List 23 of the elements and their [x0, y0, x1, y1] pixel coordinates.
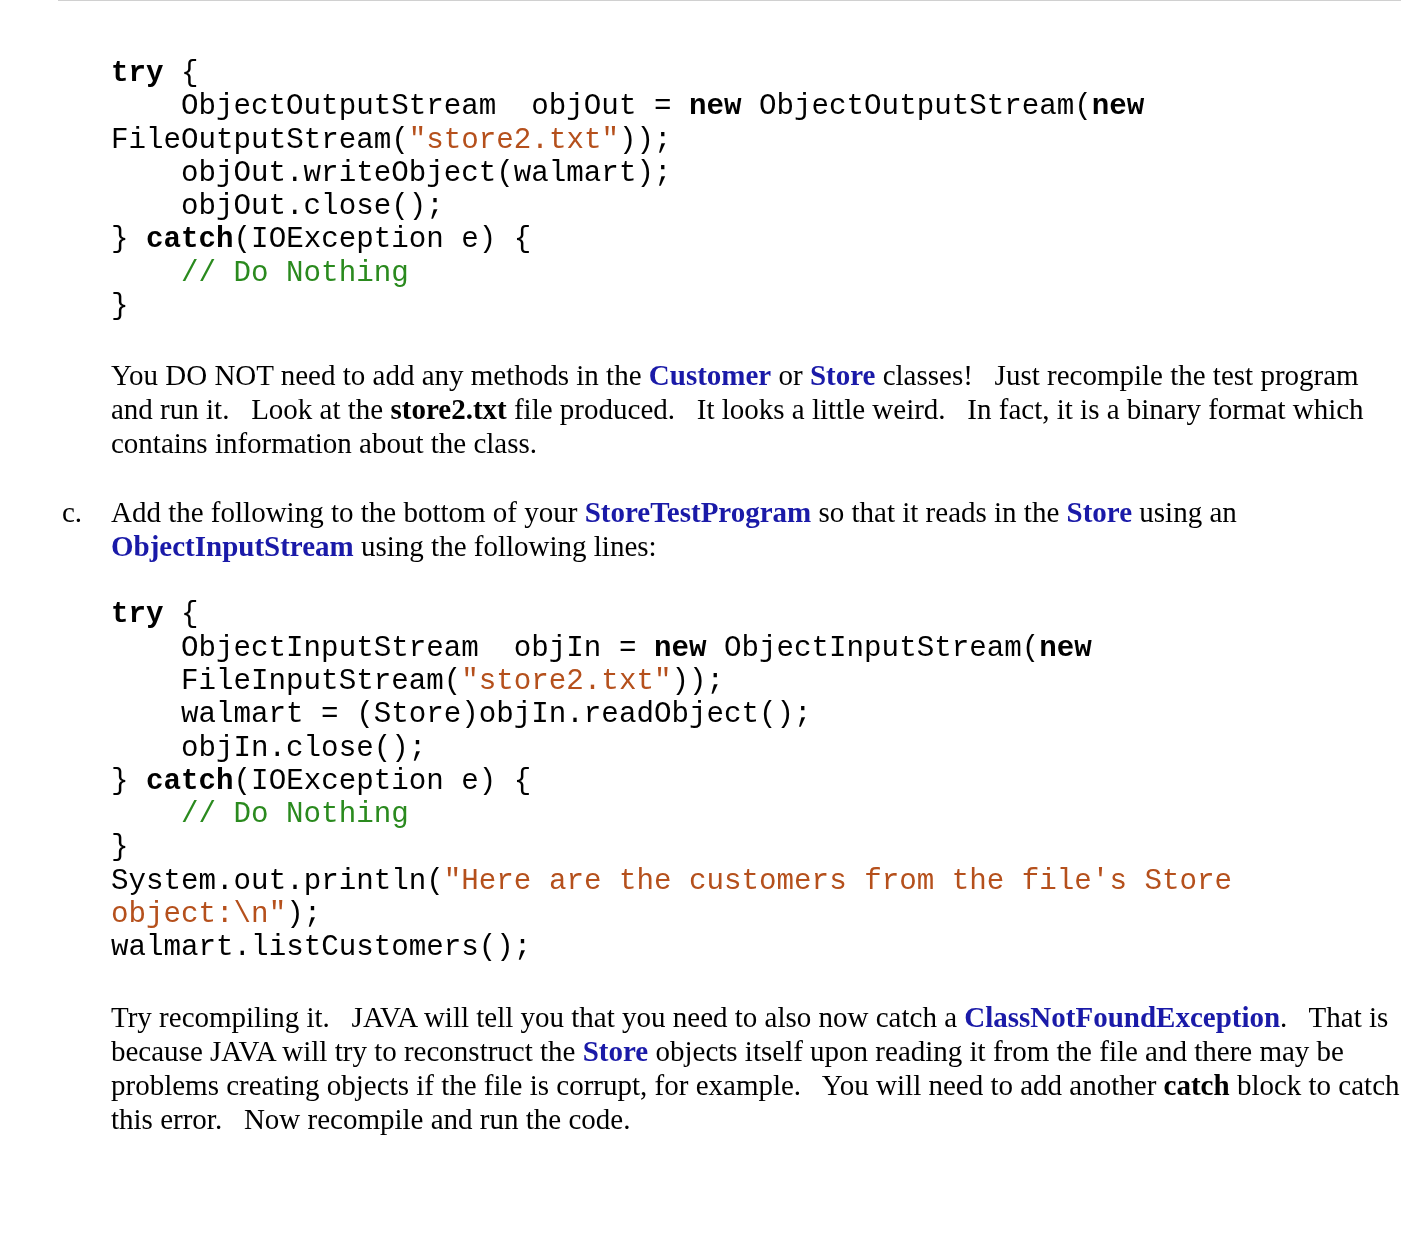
code-line: try {: [111, 598, 200, 632]
code-line: }: [111, 831, 130, 865]
code-line: } catch(IOException e) {: [111, 223, 533, 257]
code-line: // Do Nothing: [180, 798, 410, 832]
paragraph: You DO NOT need to add any methods in the Customer or Store classes! Just recompile the test program and run it. Look at the store2.txt file produced. It looks a little weird. In fact, it is a binary format which contains information about the class.: [111, 358, 1365, 461]
code-line: // Do Nothing: [180, 256, 410, 291]
code-line: walmart.listCustomers();: [111, 931, 533, 965]
code-line: objIn.close();: [180, 731, 428, 765]
code-line: ObjectInputStream objIn = new ObjectInputStream(new: [180, 631, 1093, 665]
list-marker: c.: [62, 495, 84, 531]
code-line: FileInputStream("store2.txt"));: [180, 664, 725, 699]
code-line: objOut.close();: [180, 190, 445, 224]
code-line: walmart = (Store)objIn.readObject();: [180, 698, 813, 732]
code-line: } catch(IOException e) {: [111, 764, 533, 799]
code-line: System.out.println("Here are the customers from the file's Store: [111, 864, 1233, 899]
code-line: ObjectOutputStream objOut = new ObjectOutputStream(new: [180, 90, 1146, 124]
code-line: object:\n");: [111, 898, 323, 932]
code-line: }: [111, 290, 130, 324]
code-line: try {: [111, 57, 200, 91]
code-line: FileOutputStream("store2.txt"));: [111, 123, 673, 157]
paragraph: Add the following to the bottom of your StoreTestProgram so that it reads in the Store using an ObjectInputStream using the following lines:: [111, 495, 1238, 564]
paragraph: Try recompiling it. JAVA will tell you that you need to also now catch a ClassNotFoundException. That is because JAVA will try to reconstruct the Store objects itself upon reading it from the file and there may be problems creating objects if the file is corrupt, for example. You will need to add another catch block to catch this error. Now recompile and run the code.: [111, 999, 1401, 1136]
code-line: objOut.writeObject(walmart);: [180, 156, 673, 191]
